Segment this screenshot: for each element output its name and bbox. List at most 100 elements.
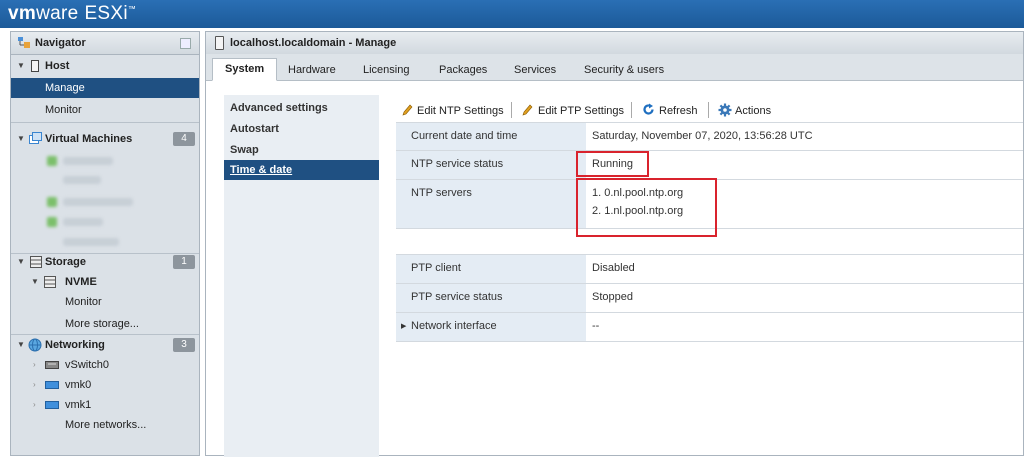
nav-vswitch0-label: vSwitch0 xyxy=(65,359,110,371)
toolbar-separator xyxy=(708,102,709,118)
table-row: PTP client Disabled xyxy=(396,255,1023,284)
network-interface-value: -- xyxy=(592,320,600,332)
top-bar: vmware ESXi™ xyxy=(0,0,1024,28)
nav-host-monitor[interactable]: Monitor xyxy=(11,100,199,120)
brand-vm: vm xyxy=(8,3,37,24)
row-key-cell: Current date and time xyxy=(396,123,586,150)
nav-divider xyxy=(11,122,199,123)
ntp-servers-label: NTP servers xyxy=(411,187,472,199)
nav-storage-label: Storage xyxy=(45,256,86,268)
brand-ware: ware xyxy=(36,3,79,24)
blurred-vm-name xyxy=(63,198,133,206)
datastore-icon xyxy=(44,276,56,288)
storage-count-badge: 1 xyxy=(173,255,195,269)
subnav-label: Autostart xyxy=(230,123,279,135)
table-row: NTP service status Running xyxy=(396,151,1023,180)
actions-menu-button[interactable]: Actions xyxy=(735,102,771,120)
nav-more-storage-label: More storage... xyxy=(65,318,139,330)
table-row: PTP service status Stopped xyxy=(396,284,1023,313)
nav-vmk0[interactable]: › vmk0 xyxy=(11,375,199,395)
networking-icon xyxy=(28,338,42,352)
refresh-button[interactable]: Refresh xyxy=(659,102,698,120)
main-panel: localhost.localdomain - Manage System Ha… xyxy=(205,31,1024,457)
ntp-status-label: NTP service status xyxy=(411,158,504,170)
nav-networking-label: Networking xyxy=(45,339,105,351)
nav-vms-label: Virtual Machines xyxy=(45,133,133,145)
row-key-cell: PTP service status xyxy=(396,284,586,312)
virtual-machines-icon xyxy=(29,132,42,144)
tab-licensing[interactable]: Licensing xyxy=(363,60,409,80)
blurred-vm-detail xyxy=(63,176,101,184)
nav-more-storage[interactable]: More storage... xyxy=(11,314,199,334)
edit-ntp-settings-button[interactable]: Edit NTP Settings xyxy=(417,102,504,120)
networking-count-badge: 3 xyxy=(173,338,195,352)
nav-host-label: Host xyxy=(45,60,70,72)
current-date-value: Saturday, November 07, 2020, 13:56:28 UT… xyxy=(592,130,813,142)
nav-storage[interactable]: ▼ Storage 1 xyxy=(11,252,199,272)
nav-more-networks[interactable]: More networks... xyxy=(11,415,199,435)
expand-arrow-icon[interactable]: ▼ xyxy=(17,252,25,272)
nav-networking[interactable]: ▼ Networking 3 xyxy=(11,335,199,355)
highlight-box xyxy=(576,151,649,177)
subnav-time-date[interactable]: Time & date xyxy=(224,160,379,180)
navigator-header: Navigator xyxy=(11,32,199,55)
refresh-icon xyxy=(643,103,654,115)
row-key-cell: ▶ Network interface xyxy=(396,313,586,341)
nav-storage-monitor-label: Monitor xyxy=(65,296,102,308)
nav-vswitch0[interactable]: › vSwitch0 xyxy=(11,355,199,375)
tab-services[interactable]: Services xyxy=(514,60,556,80)
subnav-advanced-settings[interactable]: Advanced settings xyxy=(224,98,379,118)
current-date-label: Current date and time xyxy=(411,130,518,142)
expand-arrow-icon[interactable]: › xyxy=(33,375,36,395)
network-interface-row[interactable]: ▶ Network interface -- xyxy=(396,313,1023,342)
tab-hardware[interactable]: Hardware xyxy=(288,60,336,80)
tab-packages[interactable]: Packages xyxy=(439,60,487,80)
expand-arrow-icon[interactable]: ▼ xyxy=(17,335,25,355)
nav-host-monitor-label: Monitor xyxy=(45,104,82,116)
nav-datastore-nvme[interactable]: ▼ NVME xyxy=(11,272,199,292)
row-key-cell: PTP client xyxy=(396,255,586,283)
nav-storage-monitor[interactable]: Monitor xyxy=(11,292,199,312)
tab-system[interactable]: System xyxy=(212,58,278,81)
storage-icon xyxy=(30,256,42,268)
navigator-panel: Navigator ▼ Host Manage Monitor ▼ Virtua… xyxy=(10,31,200,456)
host-icon xyxy=(31,60,39,72)
toolbar-separator xyxy=(631,102,632,118)
nav-vmk1-label: vmk1 xyxy=(65,399,92,411)
row-key-cell: NTP service status xyxy=(396,151,586,179)
nav-host[interactable]: ▼ Host xyxy=(11,56,199,76)
vms-count-badge: 4 xyxy=(173,132,195,146)
pencil-icon xyxy=(522,104,533,116)
expand-arrow-icon[interactable]: › xyxy=(33,355,36,375)
ptp-client-value: Disabled xyxy=(592,262,635,274)
trademark: ™ xyxy=(127,4,137,14)
subnav-autostart[interactable]: Autostart xyxy=(224,119,379,139)
gear-icon xyxy=(718,103,732,117)
subnav-swap[interactable]: Swap xyxy=(224,140,379,160)
network-interface-label: Network interface xyxy=(411,320,497,332)
nav-host-manage[interactable]: Manage xyxy=(11,78,199,98)
vmkernel-nic-icon xyxy=(45,381,59,389)
table-row: Current date and time Saturday, November… xyxy=(396,123,1023,151)
expand-arrow-icon[interactable]: ▼ xyxy=(17,129,25,149)
nav-vmk1[interactable]: › vmk1 xyxy=(11,395,199,415)
vm-icon xyxy=(47,217,57,227)
nav-virtual-machines[interactable]: ▼ Virtual Machines 4 xyxy=(11,129,199,149)
expand-arrow-icon[interactable]: ▼ xyxy=(17,56,25,76)
navigator-icon xyxy=(18,37,30,48)
tab-bar: System Hardware Licensing Packages Servi… xyxy=(206,54,1023,81)
expand-arrow-icon[interactable]: ▶ xyxy=(401,322,406,330)
highlight-box xyxy=(576,178,717,237)
expand-arrow-icon[interactable]: ▼ xyxy=(31,272,39,292)
nav-more-networks-label: More networks... xyxy=(65,419,147,431)
expand-arrow-icon[interactable]: › xyxy=(33,395,36,415)
subnav-label: Advanced settings xyxy=(230,102,328,114)
ptp-status-value: Stopped xyxy=(592,291,633,303)
page-title: localhost.localdomain - Manage xyxy=(230,37,397,49)
row-key-cell: NTP servers xyxy=(396,180,586,228)
blurred-vm-name xyxy=(63,218,103,226)
tab-security-users[interactable]: Security & users xyxy=(584,60,664,80)
main-header: localhost.localdomain - Manage xyxy=(206,32,1023,55)
collapse-icon[interactable] xyxy=(180,38,191,49)
edit-ptp-settings-button[interactable]: Edit PTP Settings xyxy=(538,102,624,120)
